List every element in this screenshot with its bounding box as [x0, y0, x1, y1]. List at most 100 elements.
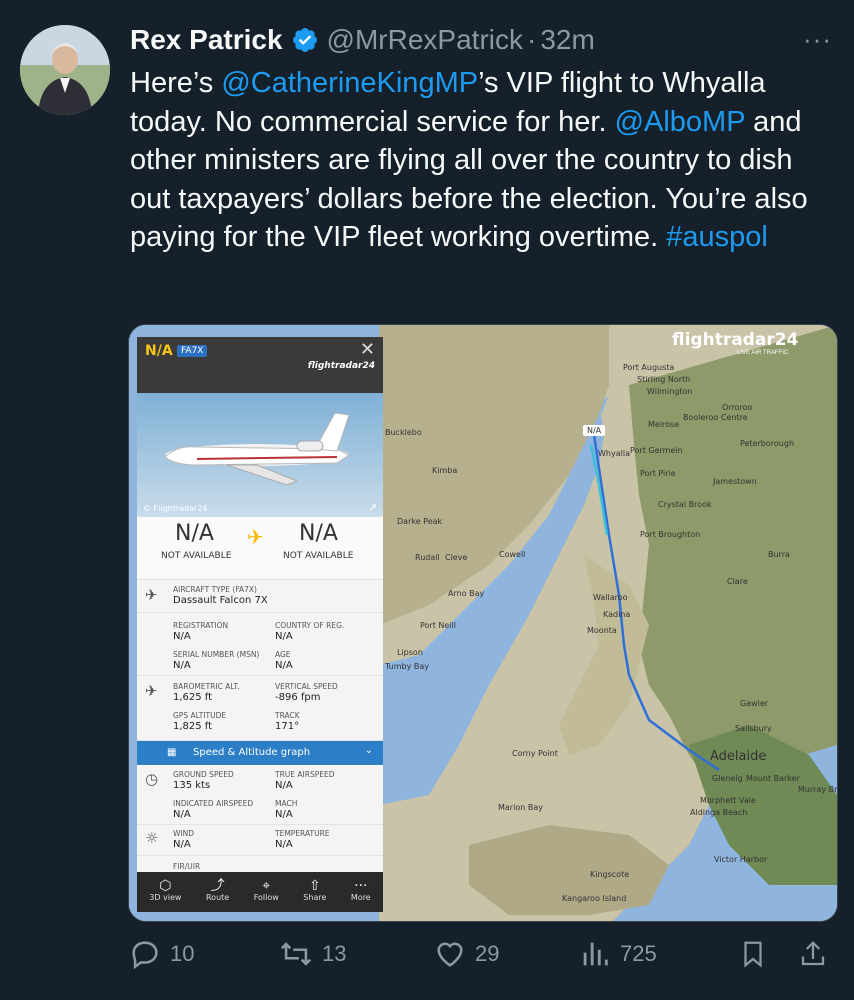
tweet-link[interactable]: @CatherineKingMP	[221, 67, 478, 99]
timestamp[interactable]: 32m	[540, 24, 594, 56]
3d-view-label: 3D view	[149, 893, 182, 902]
wind-value: N/A	[173, 839, 191, 850]
tweet-text: Here’s @CatherineKingMP’s VIP flight to …	[130, 64, 830, 257]
callsign: N/A	[145, 343, 173, 359]
weather-icon: ☼	[145, 829, 159, 847]
follow-button[interactable]: ⌖ Follow	[254, 878, 279, 904]
tweet-link[interactable]: @AlboMP	[615, 106, 745, 138]
origin-status: NOT AVAILABLE	[161, 551, 232, 561]
like-count: 29	[475, 941, 500, 966]
more-options-icon[interactable]: ···	[803, 24, 832, 55]
map-place-label: Clare	[727, 577, 748, 586]
views-button[interactable]: 725	[578, 937, 738, 971]
country-label: COUNTRY OF REG.	[275, 621, 345, 630]
speedometer-icon: ◷	[145, 770, 159, 788]
route-button[interactable]: ⤴ Route	[205, 879, 230, 904]
vs-value: -896 fpm	[275, 692, 321, 703]
aircraft-photo[interactable]: © Flightradar24 ↗	[137, 393, 383, 517]
route-box: N/A NOT AVAILABLE ✈ N/A NOT AVAILABLE	[137, 517, 383, 580]
share-tweet-button[interactable]	[798, 937, 836, 971]
bookmark-button[interactable]	[738, 937, 798, 971]
map-place-label: Kimba	[432, 466, 458, 475]
follow-icon: ⌖	[262, 878, 271, 894]
registration-label: REGISTRATION	[173, 621, 229, 630]
map-place-label: Marion Bay	[498, 803, 543, 812]
map-place-label: Port Germein	[630, 446, 683, 455]
map-place-label: Murray Br	[798, 785, 838, 794]
heart-icon	[437, 942, 463, 967]
map-place-label: Morphett Vale	[700, 796, 756, 805]
more-button[interactable]: ··· More	[351, 878, 371, 904]
map-place-label: Melrose	[648, 420, 680, 429]
close-icon[interactable]: ✕	[360, 339, 375, 360]
aircraft-icon: ✈	[145, 586, 158, 604]
map-place-label: Mount Barker	[746, 774, 800, 783]
retweet-button[interactable]: 13	[278, 937, 433, 971]
map-place-label: Moonta	[587, 626, 617, 635]
more-icon: ···	[354, 878, 368, 894]
cube-icon: ⬡	[159, 878, 172, 894]
graph-label: Speed & Altitude graph	[193, 747, 311, 758]
map-place-label: Burra	[768, 550, 790, 559]
serial-label: SERIAL NUMBER (MSN)	[173, 650, 260, 659]
share-icon	[801, 941, 825, 966]
aircraft-type-value: Dassault Falcon 7X	[173, 595, 268, 606]
3d-view-button[interactable]: ⬡ 3D view	[149, 878, 182, 904]
route-label: Route	[205, 893, 230, 902]
vs-label: VERTICAL SPEED	[275, 682, 338, 691]
map-place-label: Port Neill	[420, 621, 456, 630]
author-handle[interactable]: @MrRexPatrick	[327, 24, 523, 56]
aircraft-type-section: ✈ AIRCRAFT TYPE (FA7X) Dassault Falcon 7…	[137, 580, 383, 613]
wind-label: WIND	[173, 829, 195, 838]
map-place-label: Port Pirie	[640, 469, 676, 478]
map-place-label: Jamestown	[713, 477, 757, 486]
flight-info-panel[interactable]: N/A FA7X ✕ flightradar24 © Flightradar24…	[137, 337, 383, 912]
map-place-label: Darke Peak	[397, 517, 443, 526]
track-label: TRACK	[275, 711, 300, 720]
author-name[interactable]: Rex Patrick	[130, 24, 283, 56]
speed-altitude-graph-toggle[interactable]: ▦ Speed & Altitude graph ⌄	[137, 741, 383, 765]
map-place-label: Orroroo	[722, 403, 753, 412]
aircraft-code-badge: FA7X	[177, 345, 208, 357]
flightradar24-tagline: LIVE AIR TRAFFIC	[737, 350, 789, 356]
avatar[interactable]	[20, 25, 110, 115]
map-place-label: Arno Bay	[448, 589, 485, 598]
map-place-label: Salisbury	[735, 724, 772, 733]
map-place-label: Tumby Bay	[385, 662, 430, 671]
retweet-icon	[280, 942, 312, 966]
panel-toolbar: ⬡ 3D view ⤴ Route ⌖ Follow ⇧ Share ··· More	[137, 872, 383, 912]
flightradar24-logo: flightradar24	[672, 330, 799, 350]
reply-button[interactable]: 10	[128, 937, 278, 971]
speed-section: ◷ GROUND SPEED 135 kts TRUE AIRSPEED N/A…	[137, 766, 383, 825]
map-place-label: Cleve	[445, 553, 468, 562]
map-place-label: Bucklebo	[385, 428, 422, 437]
gps-label: GPS ALTITUDE	[173, 711, 227, 720]
map-place-label: Lipson	[397, 648, 423, 657]
separator: ·	[526, 24, 537, 55]
country-value: N/A	[275, 631, 293, 642]
map-place-label: Whyalla	[598, 449, 630, 458]
gs-value: 135 kts	[173, 780, 211, 791]
aircraft-image	[164, 412, 350, 486]
panel-header: N/A FA7X ✕ flightradar24	[137, 337, 383, 393]
age-value: N/A	[275, 660, 293, 671]
age-label: AGE	[275, 650, 291, 659]
tweet-actions: 10 13 29 725	[128, 934, 836, 974]
external-link-icon[interactable]: ↗	[368, 501, 377, 514]
bookmark-icon	[744, 941, 762, 968]
share-label: Share	[303, 893, 327, 902]
mach-value: N/A	[275, 809, 293, 820]
tweet-link[interactable]: #auspol	[666, 221, 768, 253]
registration-value: N/A	[173, 631, 191, 642]
serial-value: N/A	[173, 660, 191, 671]
baro-label: BAROMETRIC ALT.	[173, 682, 240, 691]
fir-label: FIR/UIR	[173, 862, 201, 871]
share-button[interactable]: ⇧ Share	[303, 878, 327, 904]
map-place-label: Kangaroo Island	[562, 894, 627, 903]
dest-status: NOT AVAILABLE	[283, 551, 354, 561]
like-button[interactable]: 29	[433, 937, 578, 971]
baro-value: 1,625 ft	[173, 692, 213, 703]
share-icon: ⇧	[308, 878, 321, 894]
map-place-label: Kadina	[603, 610, 631, 619]
gs-label: GROUND SPEED	[173, 770, 234, 779]
